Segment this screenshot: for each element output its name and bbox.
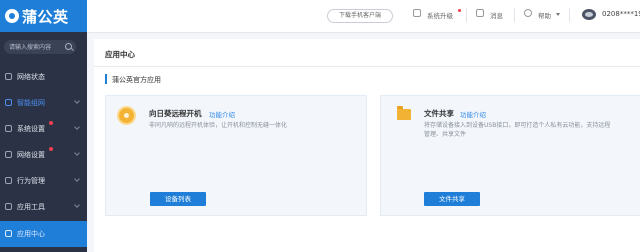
upgrade-link[interactable]: 系统升级 bbox=[427, 10, 453, 20]
logo-bar: 蒲公英 bbox=[0, 0, 87, 32]
app-card-file-share: 文件共享 功能介绍 将存储设备接入到设备USB接口，即可打造个人私有云功能，支持… bbox=[380, 95, 640, 216]
download-client-button[interactable]: 下载手机客户端 bbox=[327, 9, 393, 23]
sidebar-item-label: 行为管理 bbox=[17, 177, 45, 185]
folder-icon bbox=[397, 106, 411, 120]
top-bar: 下载手机客户端 系统升级 消息 帮助 0208****192 bbox=[87, 0, 640, 33]
network-settings-icon bbox=[5, 151, 12, 158]
notification-dot bbox=[49, 147, 53, 151]
section-title: 蒲公英官方应用 bbox=[112, 76, 161, 84]
behavior-icon bbox=[5, 177, 12, 184]
device-list-button[interactable]: 设备列表 bbox=[150, 192, 206, 206]
messages-link[interactable]: 消息 bbox=[490, 10, 503, 20]
network-status-icon bbox=[5, 73, 12, 80]
caret-down-icon[interactable] bbox=[556, 13, 560, 16]
card-description-line-1: 将存储设备接入到设备USB接口，即可打造个人私有云功能，支持远程 bbox=[424, 122, 611, 129]
bell-icon bbox=[476, 9, 484, 17]
sidebar-item-label: 网络状态 bbox=[17, 73, 45, 81]
sidebar-item-network-settings[interactable]: 网络设置 bbox=[0, 142, 87, 168]
search-icon[interactable] bbox=[65, 43, 72, 50]
help-menu[interactable]: 帮助 bbox=[538, 10, 551, 20]
app-tools-icon bbox=[5, 203, 12, 210]
feature-intro-link[interactable]: 功能介绍 bbox=[209, 109, 235, 119]
page-title: 应用中心 bbox=[105, 50, 135, 59]
notification-dot bbox=[458, 9, 461, 12]
divider bbox=[94, 66, 640, 67]
sidebar-item-label: 网络设置 bbox=[17, 151, 45, 159]
card-title: 文件共享 bbox=[424, 109, 454, 118]
sunflower-icon bbox=[119, 108, 134, 123]
chevron-down-icon bbox=[74, 124, 80, 130]
upgrade-icon bbox=[413, 9, 421, 17]
section-accent bbox=[105, 74, 107, 84]
chevron-down-icon bbox=[74, 150, 80, 156]
file-share-button[interactable]: 文件共享 bbox=[424, 192, 480, 206]
divider bbox=[466, 8, 467, 22]
chevron-down-icon bbox=[74, 202, 80, 208]
feature-intro-link[interactable]: 功能介绍 bbox=[460, 109, 486, 119]
account-name[interactable]: 0208****192 bbox=[602, 10, 640, 18]
app-center-icon bbox=[5, 230, 12, 237]
sidebar-item-label: 应用中心 bbox=[17, 230, 45, 238]
sidebar-item-networking[interactable]: 智能组网 bbox=[0, 90, 87, 116]
sidebar-item-behavior[interactable]: 行为管理 bbox=[0, 168, 87, 194]
avatar[interactable] bbox=[582, 9, 596, 20]
logo-icon bbox=[5, 9, 19, 23]
main-content: 应用中心 蒲公英官方应用 向日葵远程开机 功能介绍 非同凡响的远程开机体验，让开… bbox=[94, 39, 640, 252]
card-description-line-2: 管理、共享文件 bbox=[424, 131, 467, 138]
sidebar-search-input[interactable]: 请输入搜索内容 bbox=[4, 40, 76, 54]
divider bbox=[514, 8, 515, 22]
system-settings-icon bbox=[5, 125, 12, 132]
sidebar-item-network-status[interactable]: 网络状态 bbox=[0, 64, 87, 90]
card-title: 向日葵远程开机 bbox=[149, 109, 202, 118]
notification-dot bbox=[49, 121, 53, 125]
chevron-down-icon bbox=[74, 176, 80, 182]
chevron-down-icon bbox=[74, 98, 80, 104]
help-icon bbox=[524, 9, 532, 17]
sidebar-item-app-tools[interactable]: 应用工具 bbox=[0, 194, 87, 220]
sidebar-item-label: 应用工具 bbox=[17, 203, 45, 211]
card-description: 非同凡响的远程开机体验，让开机和控制无缝一体化 bbox=[149, 122, 288, 129]
brand-name: 蒲公英 bbox=[22, 8, 69, 26]
sidebar-item-app-center[interactable]: 应用中心 bbox=[0, 221, 87, 247]
divider bbox=[569, 8, 570, 22]
sidebar: 蒲公英 请输入搜索内容 网络状态 智能组网 系统设置 网络设置 行为管理 应用工… bbox=[0, 0, 87, 252]
app-card-sunflower: 向日葵远程开机 功能介绍 非同凡响的远程开机体验，让开机和控制无缝一体化 设备列… bbox=[105, 95, 367, 216]
networking-icon bbox=[5, 99, 12, 106]
sidebar-item-label: 智能组网 bbox=[17, 99, 45, 107]
sidebar-item-label: 系统设置 bbox=[17, 125, 45, 133]
search-placeholder: 请输入搜索内容 bbox=[9, 44, 52, 51]
sidebar-item-system-settings[interactable]: 系统设置 bbox=[0, 116, 87, 142]
